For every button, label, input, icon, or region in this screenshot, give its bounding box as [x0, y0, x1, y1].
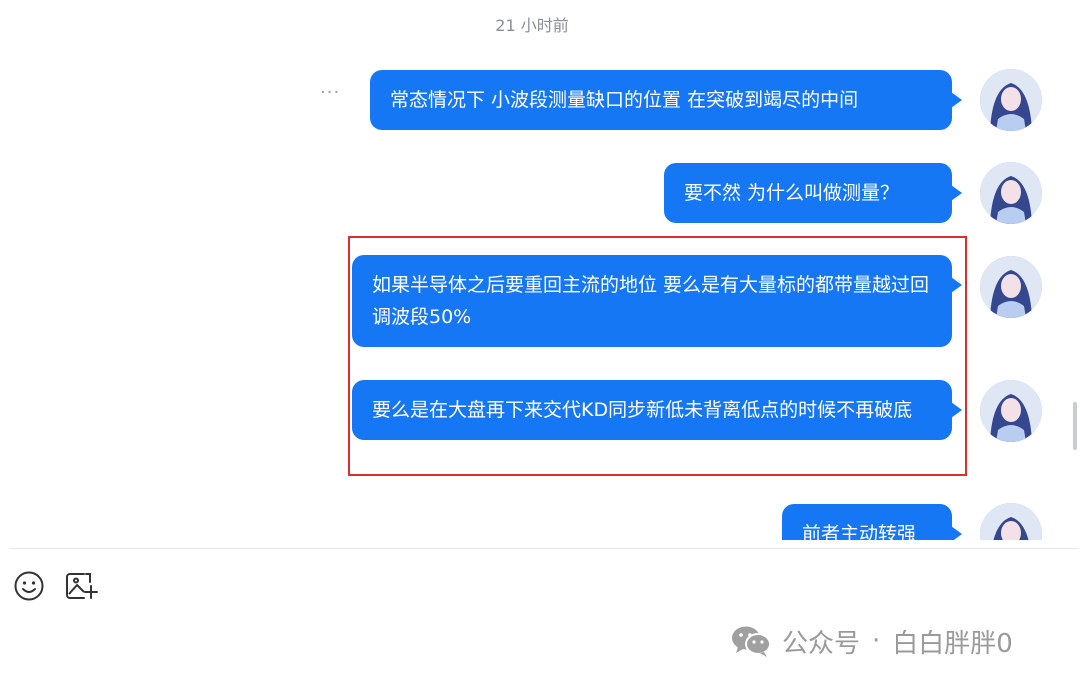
- scrollbar-thumb[interactable]: [1073, 402, 1077, 450]
- user-avatar[interactable]: [980, 256, 1042, 318]
- image-upload-icon: [66, 573, 98, 599]
- message-timestamp: 21 小时前: [495, 16, 569, 35]
- message-bubble[interactable]: 要不然 为什么叫做测量？: [664, 163, 962, 223]
- avatar-image: [980, 256, 1042, 318]
- emoji-icon: [14, 571, 44, 601]
- user-avatar[interactable]: [980, 503, 1042, 540]
- avatar-image: [980, 503, 1042, 540]
- watermark-account: 白白胖胖0: [892, 628, 1013, 659]
- watermark-prefix: 公众号: [782, 628, 861, 659]
- user-avatar[interactable]: [980, 380, 1042, 442]
- message-bubble[interactable]: 常态情况下 小波段测量缺口的位置 在突破到竭尽的中间: [370, 70, 962, 130]
- watermark: 公众号 · 白白胖胖0: [730, 620, 1013, 662]
- emoji-button[interactable]: [12, 569, 46, 603]
- message-text: 要不然 为什么叫做测量？: [684, 182, 900, 204]
- chat-history[interactable]: 21 小时前 ··· 常态情况下 小波段测量缺口的位置 在突破到竭尽的中间 要不…: [0, 0, 1080, 540]
- wechat-icon: [730, 624, 772, 658]
- message-text: 常态情况下 小波段测量缺口的位置 在突破到竭尽的中间: [390, 89, 859, 111]
- avatar-image: [980, 380, 1042, 442]
- user-avatar[interactable]: [980, 69, 1042, 131]
- more-options-icon[interactable]: ···: [320, 84, 340, 102]
- avatar-image: [980, 69, 1042, 131]
- message-text: 前者主动转强: [802, 523, 917, 540]
- avatar-image: [980, 162, 1042, 224]
- image-upload-button[interactable]: [64, 569, 98, 603]
- message-bubble[interactable]: 前者主动转强: [782, 504, 962, 540]
- watermark-separator: ·: [872, 626, 881, 656]
- message-composer[interactable]: [0, 549, 1080, 684]
- user-avatar[interactable]: [980, 162, 1042, 224]
- highlight-annotation-box: [348, 236, 967, 476]
